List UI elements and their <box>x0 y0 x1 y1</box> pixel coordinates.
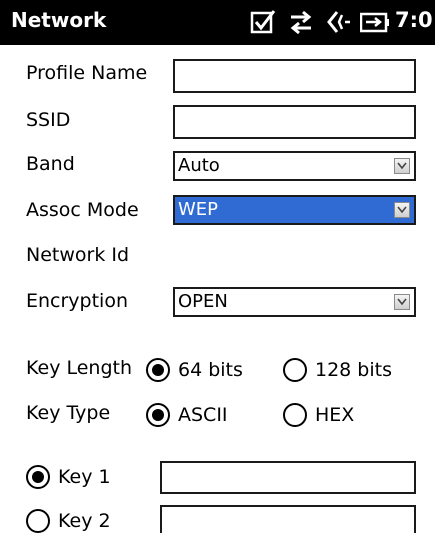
clock-display: 7:0 <box>395 8 433 32</box>
band-label: Band <box>26 153 75 175</box>
key-1-radio[interactable] <box>26 465 50 489</box>
assoc-mode-value: WEP <box>178 199 219 220</box>
key-length-64-radio[interactable] <box>146 358 170 382</box>
checkbox-icon[interactable] <box>250 0 276 45</box>
assoc-mode-dropdown[interactable]: WEP <box>173 195 416 225</box>
chevron-down-icon[interactable] <box>394 294 410 310</box>
key-1-field[interactable] <box>160 461 416 494</box>
encryption-value: OPEN <box>178 291 228 312</box>
data-transfer-icon[interactable] <box>288 0 314 45</box>
key-type-ascii-radio[interactable] <box>146 403 170 427</box>
key-length-128-label: 128 bits <box>315 359 392 381</box>
chevron-down-icon[interactable] <box>394 158 410 174</box>
battery-charging-icon[interactable] <box>360 0 390 45</box>
profile-name-field[interactable] <box>173 59 416 93</box>
key-length-128-radio[interactable] <box>283 358 307 382</box>
network-id-label: Network Id <box>26 244 130 266</box>
key-type-label: Key Type <box>26 402 111 424</box>
key-type-hex-label: HEX <box>315 404 355 426</box>
key-2-radio[interactable] <box>26 509 50 533</box>
key-2-label: Key 2 <box>58 510 111 532</box>
key-type-hex-radio[interactable] <box>283 403 307 427</box>
key-1-label: Key 1 <box>58 466 111 488</box>
profile-name-label: Profile Name <box>26 62 148 84</box>
encryption-label: Encryption <box>26 290 129 312</box>
encryption-dropdown[interactable]: OPEN <box>173 287 416 317</box>
band-dropdown[interactable]: Auto <box>173 151 416 181</box>
chevron-down-icon[interactable] <box>394 202 410 218</box>
key-length-label: Key Length <box>26 357 133 379</box>
band-value: Auto <box>178 155 220 176</box>
page-title: Network <box>11 8 107 32</box>
key-length-64-label: 64 bits <box>178 359 243 381</box>
ssid-label: SSID <box>26 109 71 131</box>
title-bar: Network 7:0 <box>0 0 435 45</box>
key-2-field[interactable] <box>160 505 416 533</box>
network-settings-screen: Network 7:0 Profile Name SSID Band Auto … <box>0 0 435 533</box>
speaker-muted-icon[interactable] <box>325 0 351 45</box>
ssid-field[interactable] <box>173 105 416 139</box>
assoc-mode-label: Assoc Mode <box>26 199 139 221</box>
key-type-ascii-label: ASCII <box>178 404 228 426</box>
